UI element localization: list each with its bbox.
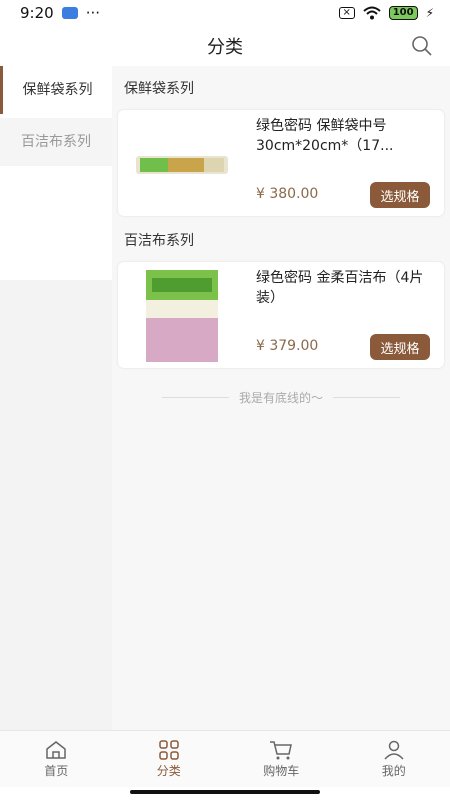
end-text: 我是有底线的～ bbox=[239, 391, 324, 405]
sidebar-item-label: 保鲜袋系列 bbox=[22, 82, 93, 98]
tab-home[interactable]: 首页 bbox=[0, 731, 113, 787]
product-image bbox=[146, 270, 218, 362]
status-dots: ··· bbox=[85, 4, 100, 22]
product-card[interactable]: 绿色密码 金柔百洁布（4片装） ¥ 379.00 选规格 bbox=[118, 262, 444, 368]
status-bar: 9:20 ··· × 100 ⚡ bbox=[0, 0, 450, 26]
home-icon bbox=[46, 740, 66, 759]
product-price: ¥ 380.00 bbox=[256, 186, 319, 202]
profile-icon bbox=[384, 740, 404, 760]
wifi-icon bbox=[363, 6, 381, 20]
product-card[interactable]: 绿色密码 保鲜袋中号30cm*20cm*（17... ¥ 380.00 选规格 bbox=[118, 110, 444, 216]
page-header: 分类 bbox=[0, 26, 450, 66]
search-icon[interactable] bbox=[410, 34, 434, 58]
section-title: 百洁布系列 bbox=[124, 233, 194, 249]
sim-icon: × bbox=[338, 7, 355, 19]
tab-category[interactable]: 分类 bbox=[113, 731, 226, 787]
status-right: × 100 ⚡ bbox=[338, 6, 434, 20]
home-indicator[interactable] bbox=[130, 790, 320, 794]
charging-icon: ⚡ bbox=[425, 6, 434, 20]
product-name[interactable]: 绿色密码 金柔百洁布（4片装） bbox=[256, 268, 438, 308]
product-image bbox=[136, 156, 228, 174]
message-icon bbox=[61, 7, 78, 19]
product-price: ¥ 379.00 bbox=[256, 338, 319, 354]
tab-label: 购物车 bbox=[263, 763, 300, 778]
sidebar-item-baoxiandai[interactable]: 保鲜袋系列 bbox=[0, 66, 112, 114]
battery-icon: 100 bbox=[388, 6, 418, 20]
sidebar-item-label: 百洁布系列 bbox=[21, 134, 91, 150]
cart-icon bbox=[270, 740, 293, 759]
page-title: 分类 bbox=[207, 37, 243, 58]
end-of-list: 我是有底线的～ bbox=[162, 389, 401, 406]
tab-label: 首页 bbox=[44, 763, 69, 778]
select-spec-button[interactable]: 选规格 bbox=[370, 334, 430, 360]
divider bbox=[333, 397, 401, 398]
tab-label: 我的 bbox=[381, 763, 406, 778]
divider bbox=[162, 397, 229, 398]
category-icon bbox=[159, 739, 179, 760]
tab-label: 分类 bbox=[156, 763, 181, 778]
sidebar-item-baijiebu[interactable]: 百洁布系列 bbox=[0, 118, 112, 166]
section-title: 保鲜袋系列 bbox=[124, 81, 194, 97]
tab-profile[interactable]: 我的 bbox=[338, 731, 450, 787]
status-time: 9:20 bbox=[20, 4, 54, 22]
status-left: 9:20 ··· bbox=[20, 4, 100, 22]
select-spec-button[interactable]: 选规格 bbox=[370, 182, 430, 208]
tab-cart[interactable]: 购物车 bbox=[225, 731, 338, 787]
sidebar-list: 保鲜袋系列 百洁布系列 bbox=[0, 66, 112, 280]
bottom-tab-bar: 首页 分类 购物车 我的 bbox=[0, 730, 450, 787]
product-content: 保鲜袋系列 绿色密码 保鲜袋中号30cm*20cm*（17... ¥ 380.0… bbox=[112, 66, 450, 730]
category-sidebar: 保鲜袋系列 百洁布系列 bbox=[0, 66, 113, 730]
product-name[interactable]: 绿色密码 保鲜袋中号30cm*20cm*（17... bbox=[256, 116, 438, 156]
